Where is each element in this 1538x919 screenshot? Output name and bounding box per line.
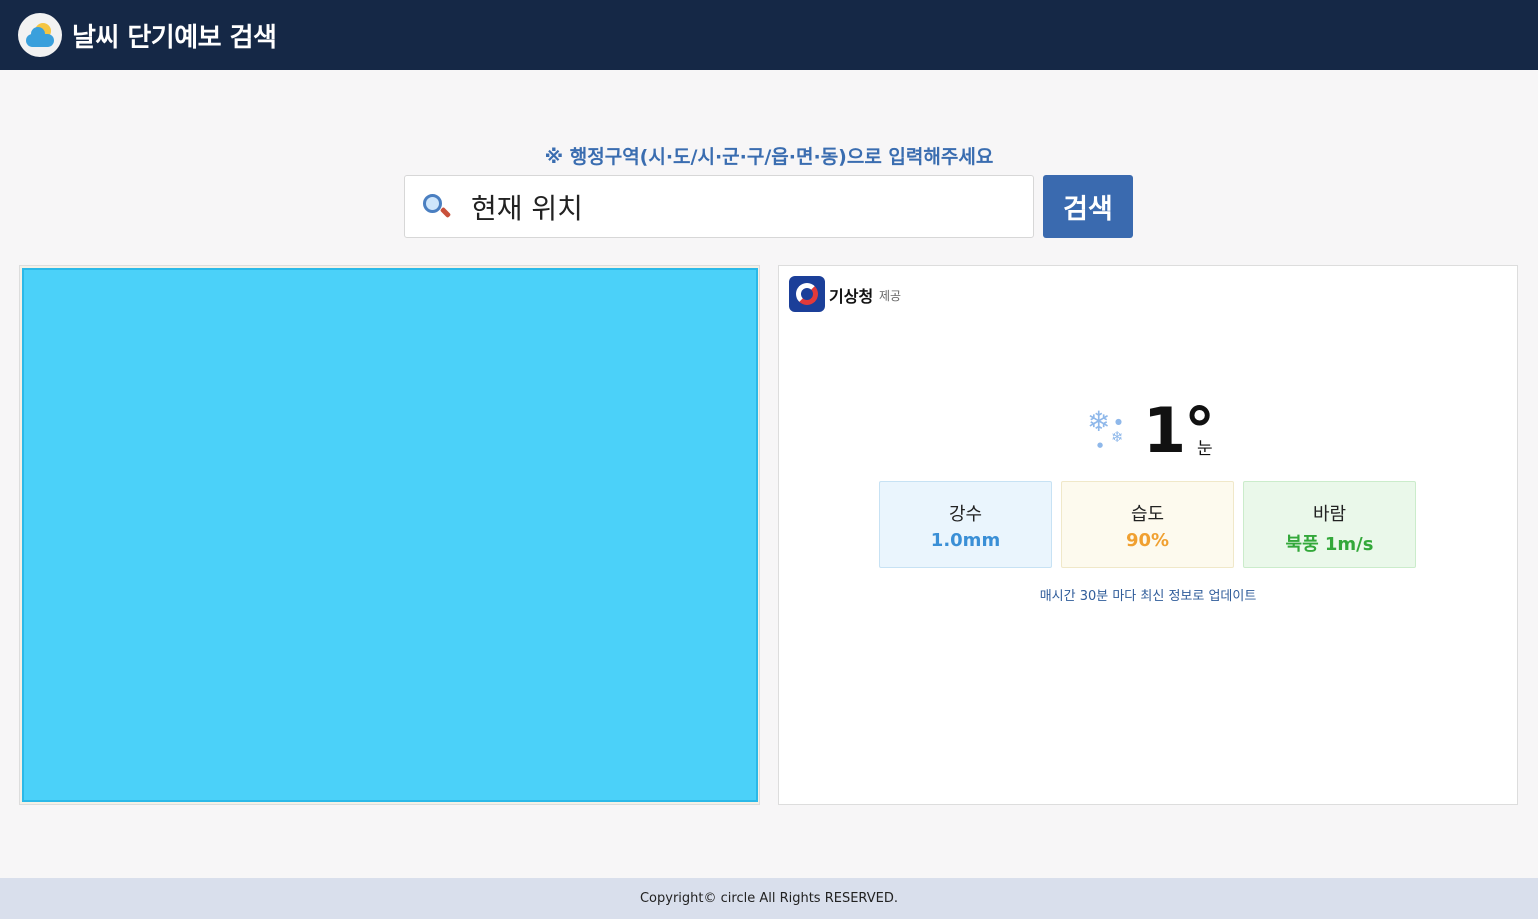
top-bar: 날씨 단기예보 검색 [0,0,1538,70]
map-panel[interactable] [19,265,760,805]
snow-icon: ❄ ❄ ● ● [1087,405,1124,450]
provider-name: 기상청 [829,287,874,306]
precipitation-label: 강수 [948,504,983,525]
precipitation-value: 1.0mm [930,530,1001,551]
precipitation-card: 강수 1.0mm [879,481,1052,568]
search-box [404,175,1034,238]
humidity-value: 90% [1125,530,1170,551]
wind-card: 바람 북풍 1m/s [1243,481,1416,568]
weather-logo-icon[interactable] [18,13,62,57]
search-button[interactable]: 검색 [1043,175,1133,238]
search-hint: ※ 행정구역(시·도/시·군·구/읍·면·동)으로 입력해주세요 [544,146,994,168]
wind-label: 바람 [1312,504,1347,525]
map-region-overlay[interactable] [22,268,758,802]
humidity-label: 습도 [1130,504,1165,525]
search-input[interactable] [471,181,991,232]
provider-suffix: 제공 [879,289,902,303]
app-title[interactable]: 날씨 단기예보 검색 [72,17,277,54]
wind-value: 북풍 1m/s [1285,534,1374,555]
footer: Copyright© circle All Rights RESERVED. [0,878,1538,919]
search-icon [421,192,452,222]
copyright-text: Copyright© circle All Rights RESERVED. [639,891,899,906]
update-note: 매시간 30분 마다 최신 정보로 업데이트 [1039,589,1257,604]
weather-panel: 기상청 제공 ❄ ❄ ● ● 1° 눈 강수 1.0mm 습도 90% 바람 북… [778,265,1518,805]
kma-logo-icon [789,276,825,312]
weather-condition: 눈 [1197,439,1213,459]
humidity-card: 습도 90% [1061,481,1234,568]
